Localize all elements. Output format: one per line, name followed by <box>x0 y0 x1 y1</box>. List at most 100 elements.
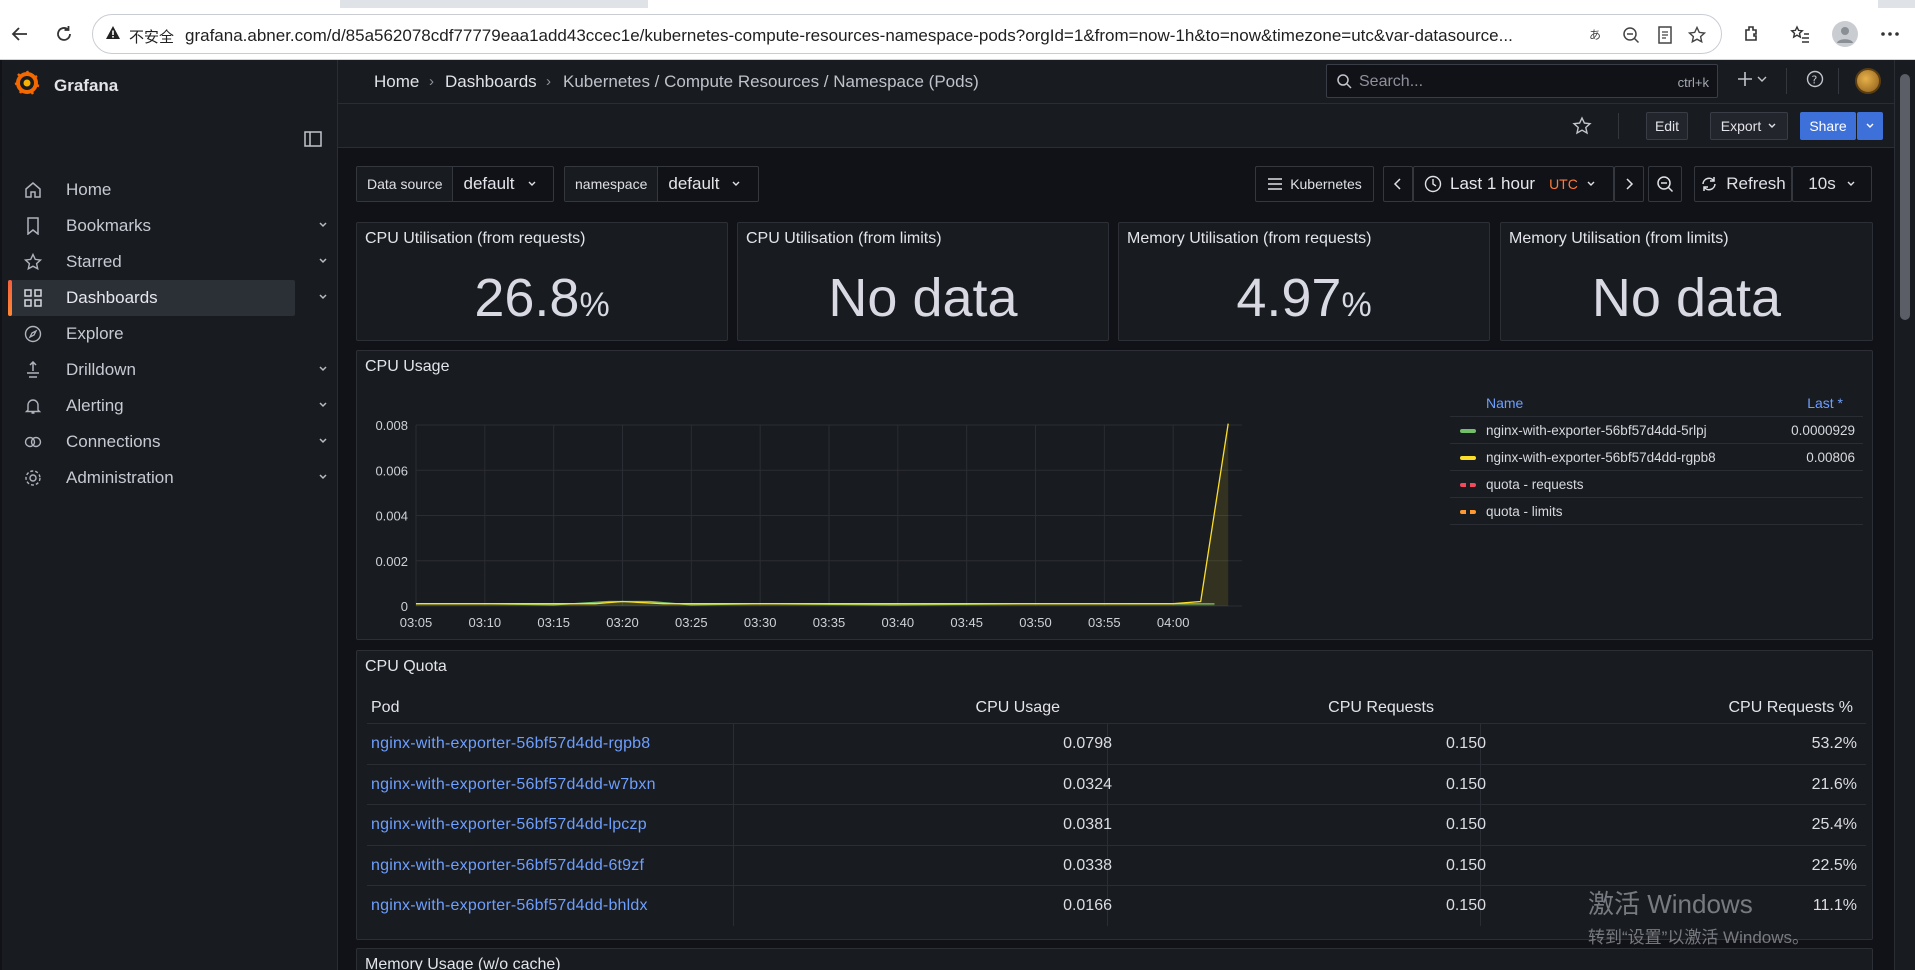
time-back-button[interactable] <box>1383 166 1413 202</box>
stat-number: 4.97 <box>1236 268 1342 328</box>
column-header-pod[interactable]: Pod <box>371 699 399 717</box>
chevron-down-icon[interactable] <box>317 362 329 378</box>
pod-link[interactable]: nginx-with-exporter-56bf57d4dd-rgpb8 <box>371 735 731 753</box>
datasource-select[interactable]: default <box>453 167 546 201</box>
url-text[interactable]: grafana.abner.com/d/85a562078cdf77779eaa… <box>185 26 1675 46</box>
legend-item[interactable]: nginx-with-exporter-56bf57d4dd-5rlpj 0.00… <box>1450 417 1863 444</box>
datasource-variable[interactable]: Data source default <box>356 166 554 202</box>
stat-panel-cpu-limits[interactable]: CPU Utilisation (from limits) No data <box>737 222 1109 341</box>
share-button[interactable]: Share <box>1800 112 1856 140</box>
pod-link[interactable]: nginx-with-exporter-56bf57d4dd-lpczp <box>371 816 731 834</box>
stat-panel-memory-limits[interactable]: Memory Utilisation (from limits) No data <box>1500 222 1873 341</box>
table-row[interactable]: nginx-with-exporter-56bf57d4dd-6t9zf 0.03… <box>367 844 1866 886</box>
cog-icon <box>22 467 44 489</box>
grafana-brand[interactable]: Grafana <box>14 70 118 101</box>
star-dashboard-icon[interactable] <box>1572 116 1592 139</box>
kubernetes-link-button[interactable]: Kubernetes <box>1255 166 1374 202</box>
search-input[interactable]: Search... ctrl+k <box>1326 64 1718 98</box>
chevron-down-icon[interactable] <box>317 470 329 486</box>
pod-link[interactable]: nginx-with-exporter-56bf57d4dd-w7bxn <box>371 776 731 794</box>
watermark-line1: 激活 Windows <box>1588 889 1753 919</box>
sidebar-item-explore[interactable]: Explore <box>8 316 295 352</box>
pod-link[interactable]: nginx-with-exporter-56bf57d4dd-bhldx <box>371 897 731 915</box>
address-bar[interactable]: 不安全 grafana.abner.com/d/85a562078cdf7777… <box>92 14 1722 54</box>
zoom-out-time-button[interactable] <box>1648 166 1682 202</box>
share-options-button[interactable] <box>1857 112 1883 140</box>
help-icon[interactable]: ? <box>1806 70 1824 88</box>
chevron-left-icon <box>1393 178 1401 190</box>
legend-name: quota - limits <box>1486 504 1563 519</box>
sidebar-item-home[interactable]: Home <box>8 172 295 208</box>
sidebar-item-drilldown[interactable]: Drilldown <box>8 352 327 388</box>
breadcrumb-home[interactable]: Home <box>374 72 419 92</box>
cpu-requests-pct-cell: 22.5% <box>1811 856 1857 874</box>
translate-icon[interactable]: あ <box>1587 25 1607 45</box>
back-icon[interactable] <box>8 22 32 46</box>
stat-panel-cpu-requests[interactable]: CPU Utilisation (from requests) 26.8% <box>356 222 728 341</box>
add-new-icon[interactable] <box>1738 70 1768 88</box>
table-row[interactable]: nginx-with-exporter-56bf57d4dd-lpczp 0.03… <box>367 804 1866 846</box>
sidebar-item-starred[interactable]: Starred <box>8 244 327 280</box>
column-header-cpu-requests[interactable]: CPU Requests <box>1114 699 1434 717</box>
stat-panel-memory-requests[interactable]: Memory Utilisation (from requests) 4.97% <box>1118 222 1490 341</box>
legend-header-last[interactable]: Last * <box>1807 395 1843 411</box>
sidebar-item-dashboards[interactable]: Dashboards <box>8 280 327 316</box>
y-tick-label: 0.004 <box>375 509 408 524</box>
zoom-out-icon[interactable] <box>1621 25 1641 45</box>
cpu-usage-panel[interactable]: CPU Usage 0.008 0.006 0.004 0.002 0 03:05 03:1… <box>356 350 1873 640</box>
table-row[interactable]: nginx-with-exporter-56bf57d4dd-rgpb8 0.07… <box>367 723 1866 764</box>
dock-menu-icon[interactable] <box>304 130 322 151</box>
stat-value: 4.97% <box>1119 267 1489 329</box>
more-options-icon[interactable] <box>1878 22 1902 46</box>
export-button[interactable]: Export <box>1710 112 1788 140</box>
panel-title: CPU Utilisation (from requests) <box>365 230 586 247</box>
namespace-variable[interactable]: namespace default <box>564 166 759 202</box>
user-avatar[interactable] <box>1855 68 1881 94</box>
watermark-line2: 转到“设置”以激活 Windows。 <box>1588 928 1810 947</box>
chevron-down-icon[interactable] <box>317 434 329 450</box>
x-tick-label: 04:00 <box>1157 615 1190 630</box>
table-row[interactable]: nginx-with-exporter-56bf57d4dd-w7bxn 0.03… <box>367 763 1866 805</box>
x-tick-label: 03:50 <box>1019 615 1052 630</box>
apps-icon <box>22 287 44 309</box>
reload-icon[interactable] <box>52 22 76 46</box>
legend-item[interactable]: quota - requests <box>1450 471 1863 498</box>
memory-usage-panel[interactable]: Memory Usage (w/o cache) <box>356 948 1873 970</box>
legend-item[interactable]: nginx-with-exporter-56bf57d4dd-rgpb8 0.00… <box>1450 444 1863 471</box>
pod-link[interactable]: nginx-with-exporter-56bf57d4dd-6t9zf <box>371 857 731 875</box>
legend-item[interactable]: quota - limits <box>1450 498 1863 525</box>
refresh-interval-picker[interactable]: 10s <box>1792 166 1872 202</box>
breadcrumb-dashboards[interactable]: Dashboards <box>445 72 537 92</box>
reader-icon[interactable] <box>1655 25 1675 45</box>
svg-text:あ: あ <box>1589 28 1601 42</box>
breadcrumb-separator-icon: › <box>546 73 551 90</box>
sidebar-item-connections[interactable]: Connections <box>8 424 327 460</box>
legend-last-value: 0.0000929 <box>1791 423 1855 438</box>
chevron-down-icon <box>732 181 740 186</box>
edit-button[interactable]: Edit <box>1646 112 1688 140</box>
sidebar-item-bookmarks[interactable]: Bookmarks <box>8 208 327 244</box>
favorite-star-icon[interactable] <box>1687 25 1707 45</box>
namespace-select[interactable]: default <box>658 167 751 201</box>
profile-avatar[interactable] <box>1832 21 1858 47</box>
refresh-button[interactable]: Refresh <box>1694 166 1792 202</box>
chart-legend: Name Last * nginx-with-exporter-56bf57d4… <box>1450 387 1863 627</box>
page-scrollbar[interactable] <box>1894 60 1915 970</box>
sidebar-item-alerting[interactable]: Alerting <box>8 388 327 424</box>
scrollbar-thumb[interactable] <box>1900 74 1910 320</box>
time-forward-button[interactable] <box>1614 166 1644 202</box>
sidebar-item-label: Explore <box>66 324 124 343</box>
chevron-down-icon[interactable] <box>317 218 329 234</box>
sidebar-item-administration[interactable]: Administration <box>8 460 327 496</box>
time-range-picker[interactable]: Last 1 hour UTC <box>1413 166 1614 202</box>
legend-header-name[interactable]: Name <box>1486 395 1523 411</box>
compass-icon <box>22 323 44 345</box>
chevron-down-icon[interactable] <box>317 290 329 306</box>
column-header-cpu-requests-pct[interactable]: CPU Requests % <box>1533 699 1854 717</box>
cpu-usage-chart[interactable]: 0.008 0.006 0.004 0.002 003:05 03:10 03:15 03:2… <box>357 351 1457 641</box>
chevron-down-icon[interactable] <box>317 254 329 270</box>
extensions-icon[interactable] <box>1740 22 1764 46</box>
column-header-cpu-usage[interactable]: CPU Usage <box>740 699 1060 717</box>
chevron-down-icon[interactable] <box>317 398 329 414</box>
favorites-icon[interactable] <box>1788 22 1812 46</box>
